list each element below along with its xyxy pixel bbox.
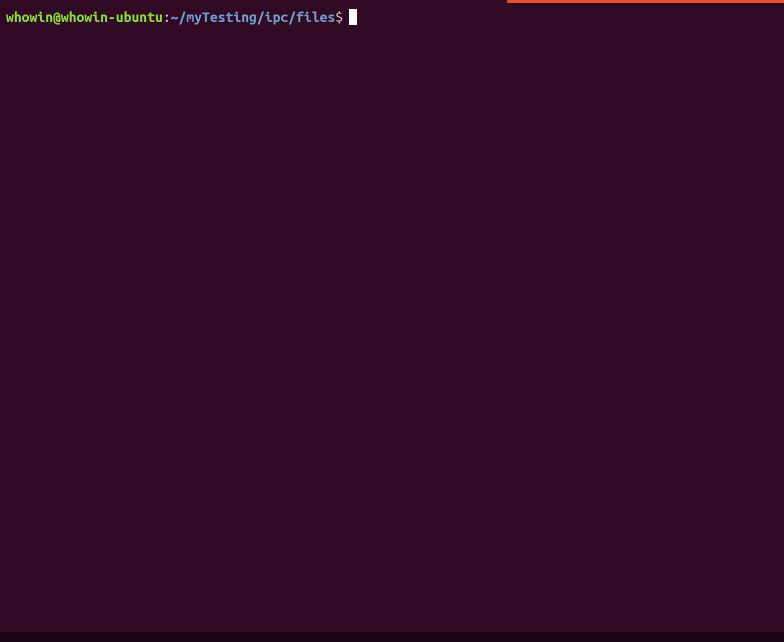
terminal[interactable]: whowin@whowin-ubuntu:~/myTesting/ipc/fil…: [6, 8, 778, 634]
titlebar-accent: [507, 0, 784, 3]
prompt-path: ~/myTesting/ipc/files: [171, 8, 336, 26]
text-cursor[interactable]: [349, 9, 357, 25]
prompt-user-host: whowin@whowin-ubuntu: [6, 8, 163, 26]
prompt-line: whowin@whowin-ubuntu:~/myTesting/ipc/fil…: [6, 8, 778, 26]
prompt-symbol: $: [335, 8, 343, 26]
bottom-bar: [0, 632, 784, 642]
prompt-separator: :: [163, 8, 171, 26]
